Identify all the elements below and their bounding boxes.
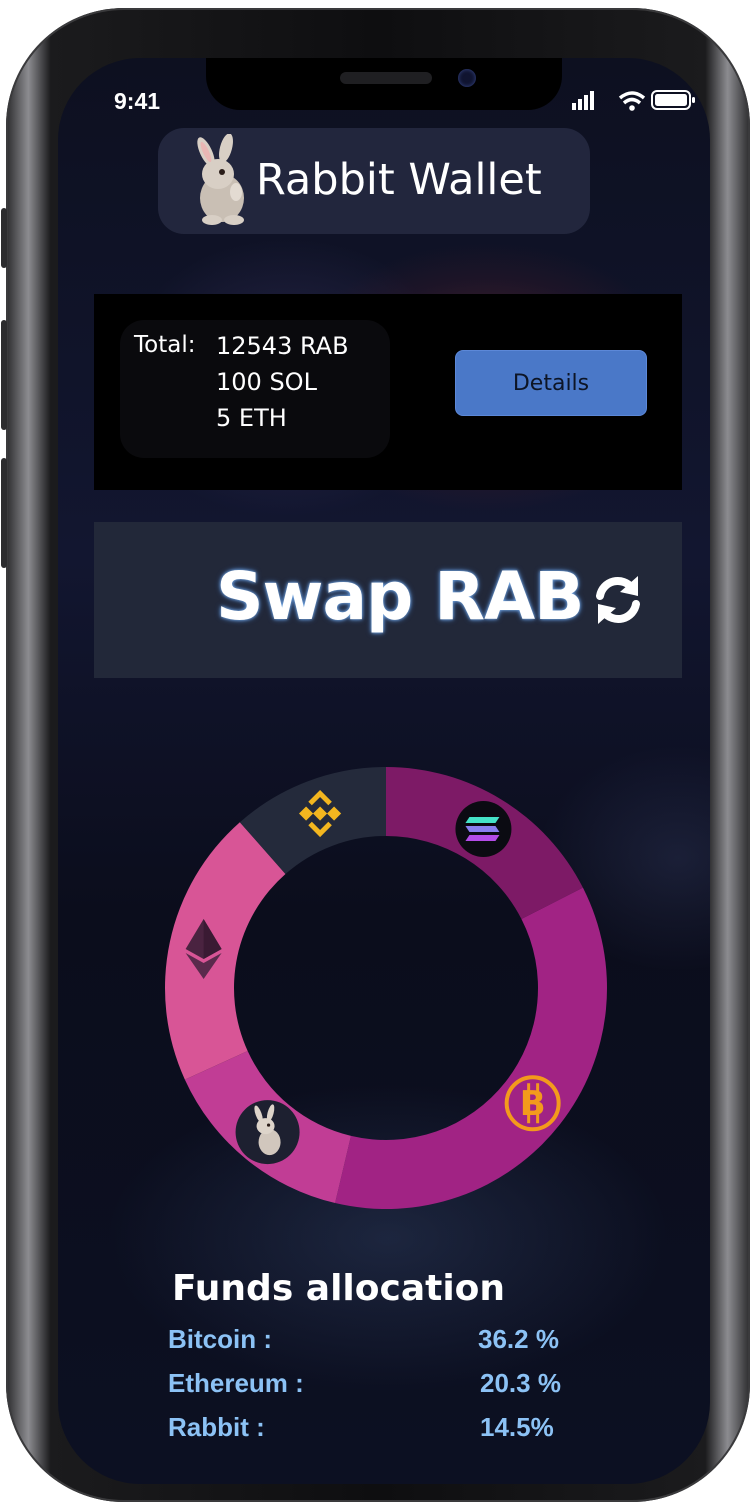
app-header: Rabbit Wallet [158, 128, 590, 234]
volume-down-button [1, 458, 7, 568]
donut-slice-ethereum [165, 822, 286, 1080]
swap-rab-button[interactable]: Swap RAB [94, 522, 682, 678]
speaker [340, 72, 432, 84]
silent-switch [1, 208, 7, 268]
app-screen: 9:41 Rabbit Wallet Total: 12543 RAB 100 … [58, 58, 710, 1484]
alloc-name-ethereum: Ethereum : [168, 1368, 304, 1398]
battery-icon [651, 90, 695, 110]
volume-up-button [1, 320, 7, 430]
rabbit-icon [235, 1100, 300, 1165]
donut-slice-bitcoin [335, 887, 608, 1209]
signal-icon [572, 91, 594, 110]
balance-eth: 5 ETH [216, 404, 287, 432]
rabbit-icon [197, 134, 244, 225]
solana-icon [455, 800, 512, 857]
balance-card: Total: 12543 RAB 100 SOL 5 ETH Details [94, 294, 682, 490]
swap-label: Swap RAB [216, 558, 584, 635]
status-time: 9:41 [114, 88, 161, 114]
funds-donut-chart: B [165, 767, 608, 1209]
refresh-icon [596, 576, 640, 624]
total-label: Total: [134, 332, 196, 358]
alloc-name-rabbit: Rabbit : [168, 1412, 265, 1442]
app-title: Rabbit Wallet [256, 155, 542, 205]
alloc-value-ethereum: 20.3 % [480, 1368, 561, 1398]
wifi-icon [618, 91, 646, 111]
alloc-value-bitcoin: 36.2 % [478, 1324, 559, 1354]
details-button[interactable]: Details [455, 350, 647, 416]
status-icons [572, 90, 695, 111]
alloc-value-rabbit: 14.5% [480, 1412, 554, 1442]
notch [206, 58, 562, 110]
balance-sol: 100 SOL [216, 368, 317, 396]
front-camera [458, 69, 476, 87]
funds-title: Funds allocation [172, 1268, 506, 1309]
phone-frame: 9:41 Rabbit Wallet Total: 12543 RAB 100 … [1, 8, 750, 1502]
balance-rab: 12543 RAB [216, 332, 349, 360]
alloc-name-bitcoin: Bitcoin : [168, 1324, 272, 1354]
svg-text:B: B [520, 1084, 546, 1124]
